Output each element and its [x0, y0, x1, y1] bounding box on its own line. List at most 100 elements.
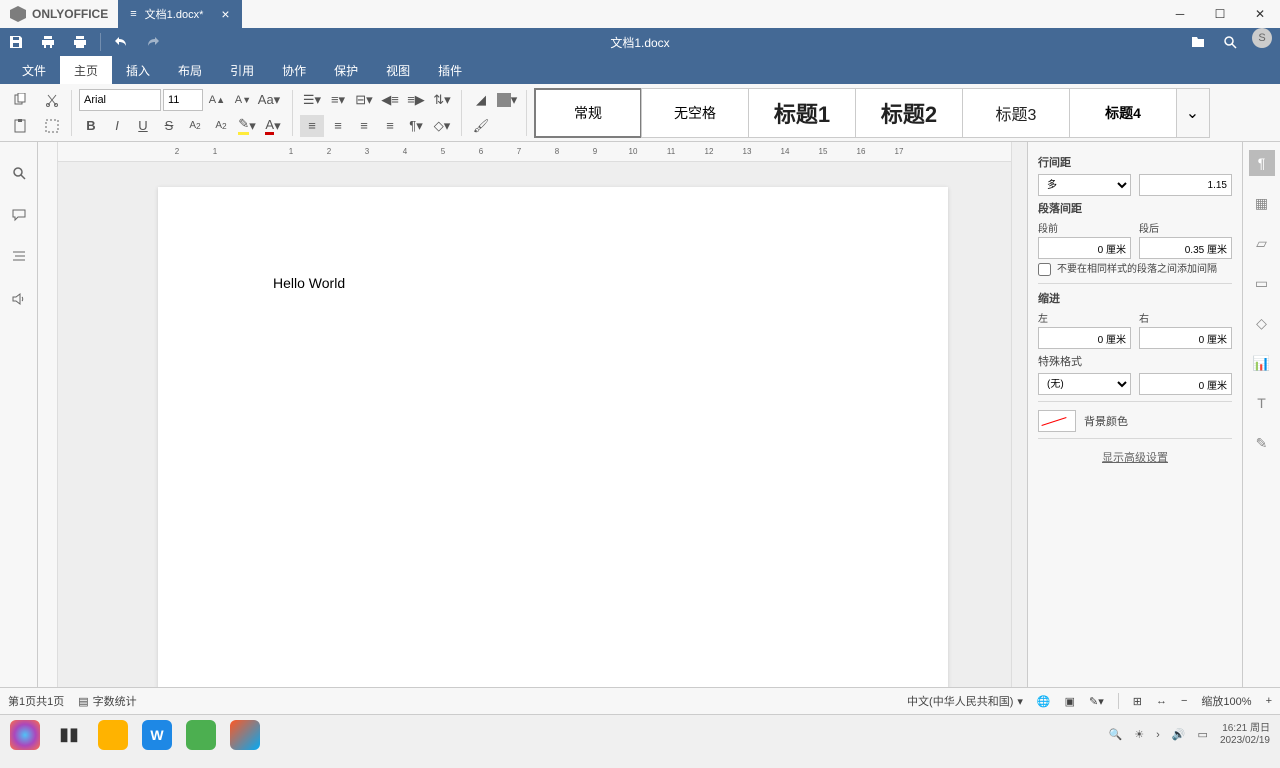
- tab-file[interactable]: 文件: [8, 56, 60, 84]
- undo-button[interactable]: [105, 28, 137, 56]
- redo-button[interactable]: [137, 28, 169, 56]
- vertical-scrollbar[interactable]: [1011, 142, 1027, 687]
- tray-volume-icon[interactable]: 🔊: [1172, 728, 1186, 741]
- font-color-button[interactable]: A▾: [261, 115, 285, 137]
- tab-plugins[interactable]: 插件: [424, 56, 476, 84]
- clear-format-button[interactable]: ◢: [469, 89, 493, 111]
- system-clock[interactable]: 16:21 周日 2023/02/19: [1220, 723, 1270, 747]
- tab-layout[interactable]: 布局: [164, 56, 216, 84]
- tab-view[interactable]: 视图: [372, 56, 424, 84]
- image-tool-button[interactable]: ▱: [1249, 230, 1275, 256]
- table-tool-button[interactable]: ▦: [1249, 190, 1275, 216]
- select-all-button[interactable]: [40, 115, 64, 137]
- decrease-indent-button[interactable]: ◀≡: [378, 89, 402, 111]
- underline-button[interactable]: U: [131, 115, 155, 137]
- tab-references[interactable]: 引用: [216, 56, 268, 84]
- font-size-combo[interactable]: [163, 89, 203, 111]
- zoom-level[interactable]: 缩放100%: [1201, 693, 1251, 709]
- cut-button[interactable]: [40, 89, 64, 111]
- show-advanced-link[interactable]: 显示高级设置: [1038, 449, 1232, 465]
- tray-battery-icon[interactable]: ▭: [1198, 728, 1208, 741]
- style-no-spacing[interactable]: 无空格: [641, 88, 749, 138]
- app-wechat[interactable]: [186, 720, 216, 750]
- font-name-combo[interactable]: [79, 89, 161, 111]
- style-heading3[interactable]: 标题3: [962, 88, 1070, 138]
- maximize-button[interactable]: ☐: [1200, 0, 1240, 28]
- before-spacing-input[interactable]: [1038, 237, 1131, 259]
- line-spacing-type[interactable]: 多: [1038, 174, 1131, 196]
- style-normal[interactable]: 常规: [534, 88, 642, 138]
- tab-collaboration[interactable]: 协作: [268, 56, 320, 84]
- tray-weather-icon[interactable]: ☀: [1134, 728, 1144, 741]
- special-indent-input[interactable]: [1139, 373, 1232, 395]
- tab-insert[interactable]: 插入: [112, 56, 164, 84]
- signature-tool-button[interactable]: ✎: [1249, 430, 1275, 456]
- fit-page-button[interactable]: ⊞: [1133, 695, 1142, 708]
- open-location-button[interactable]: [1182, 28, 1214, 56]
- bullets-button[interactable]: ☰▾: [300, 89, 324, 111]
- subscript-button[interactable]: A2: [209, 115, 233, 137]
- tray-search-icon[interactable]: 🔍: [1109, 728, 1123, 741]
- align-center-button[interactable]: ≡: [326, 115, 350, 137]
- print-button[interactable]: [32, 28, 64, 56]
- after-spacing-input[interactable]: [1139, 237, 1232, 259]
- textart-tool-button[interactable]: T: [1249, 390, 1275, 416]
- style-heading1[interactable]: 标题1: [748, 88, 856, 138]
- line-spacing-button[interactable]: ⇅▾: [430, 89, 454, 111]
- bold-button[interactable]: B: [79, 115, 103, 137]
- italic-button[interactable]: I: [105, 115, 129, 137]
- paste-button[interactable]: [8, 115, 32, 137]
- decrease-font-button[interactable]: A▼: [231, 89, 255, 111]
- tab-home[interactable]: 主页: [60, 56, 112, 84]
- indent-right-input[interactable]: [1139, 327, 1232, 349]
- start-button[interactable]: [10, 720, 40, 750]
- spellcheck-button[interactable]: 🌐: [1037, 695, 1051, 708]
- page-count[interactable]: 第1页共1页: [8, 693, 64, 709]
- increase-font-button[interactable]: A▲: [205, 89, 229, 111]
- chart-tool-button[interactable]: 📊: [1249, 350, 1275, 376]
- headings-sidebar-button[interactable]: [8, 246, 30, 268]
- header-tool-button[interactable]: ▭: [1249, 270, 1275, 296]
- bg-color-swatch[interactable]: [1038, 410, 1076, 432]
- strikethrough-button[interactable]: S: [157, 115, 181, 137]
- format-painter-button[interactable]: 🖌: [469, 115, 493, 137]
- multilevel-button[interactable]: ⊟▾: [352, 89, 376, 111]
- superscript-button[interactable]: A2: [183, 115, 207, 137]
- sort-button[interactable]: ◇▾: [430, 115, 454, 137]
- line-spacing-value[interactable]: [1139, 174, 1232, 196]
- paragraph-marks-button[interactable]: ¶▾: [404, 115, 428, 137]
- no-space-same-style-checkbox[interactable]: [1038, 263, 1051, 276]
- document-tab[interactable]: ≡ 文档1.docx* ×: [118, 0, 241, 28]
- word-count-button[interactable]: ▤ 字数统计: [78, 693, 136, 709]
- special-indent-select[interactable]: (无): [1038, 373, 1131, 395]
- close-tab-icon[interactable]: ×: [221, 6, 229, 22]
- quick-print-button[interactable]: [64, 28, 96, 56]
- shape-tool-button[interactable]: ◇: [1249, 310, 1275, 336]
- indent-left-input[interactable]: [1038, 327, 1131, 349]
- align-justify-button[interactable]: ≡: [378, 115, 402, 137]
- document-page[interactable]: Hello World: [158, 187, 948, 687]
- taskview-button[interactable]: ▮▮: [54, 720, 84, 750]
- tray-chevron-icon[interactable]: ›: [1156, 729, 1160, 741]
- tracking-button[interactable]: ▣: [1065, 695, 1075, 708]
- highlight-button[interactable]: ✎▾: [235, 115, 259, 137]
- zoom-out-button[interactable]: −: [1181, 695, 1187, 707]
- language-button[interactable]: 中文(中华人民共和国)▾: [907, 693, 1023, 709]
- style-heading4[interactable]: 标题4: [1069, 88, 1177, 138]
- shading-button[interactable]: ▾: [495, 89, 519, 111]
- style-heading2[interactable]: 标题2: [855, 88, 963, 138]
- app-onlyoffice[interactable]: [230, 720, 260, 750]
- styles-more-button[interactable]: ⌄: [1176, 88, 1210, 138]
- save-button[interactable]: [0, 28, 32, 56]
- minimize-button[interactable]: ─: [1160, 0, 1200, 28]
- track-changes-button[interactable]: ✎▾: [1089, 695, 1104, 708]
- numbering-button[interactable]: ≡▾: [326, 89, 350, 111]
- align-left-button[interactable]: ≡: [300, 115, 324, 137]
- increase-indent-button[interactable]: ≡▶: [404, 89, 428, 111]
- feedback-sidebar-button[interactable]: [8, 288, 30, 310]
- tab-protection[interactable]: 保护: [320, 56, 372, 84]
- app-wps[interactable]: W: [142, 720, 172, 750]
- copy-button[interactable]: [8, 89, 32, 111]
- app-1[interactable]: [98, 720, 128, 750]
- search-button[interactable]: [1214, 28, 1246, 56]
